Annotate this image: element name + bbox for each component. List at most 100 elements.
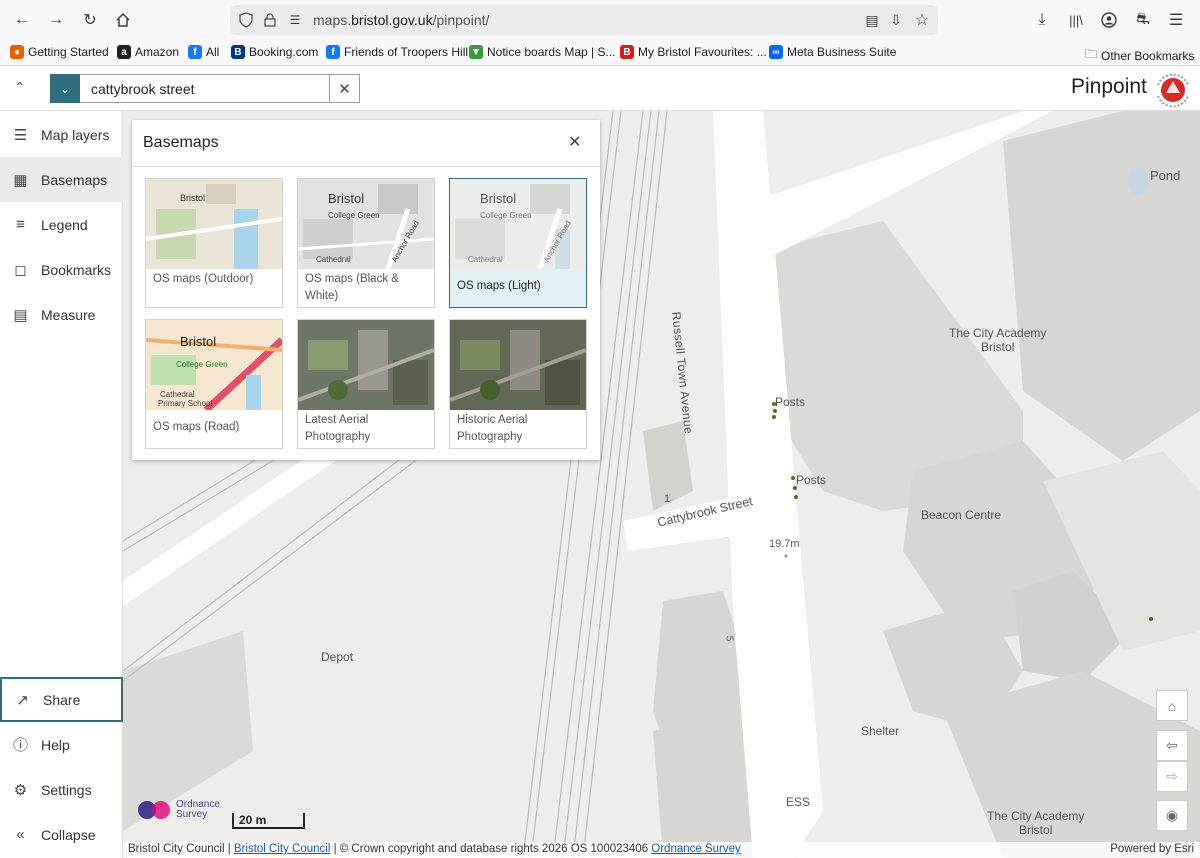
os-logo-text: Ordnance Survey [176,799,220,820]
thumbnail-os-road: Bristol College Green Cathedral Primary … [146,320,282,410]
search-dropdown-button[interactable]: ⌄ [50,74,80,103]
thumbnail-historic-aerial [450,320,586,410]
library-icon[interactable]: |||\ [1066,10,1086,30]
firefox-icon: ● [10,45,24,59]
map-label-beacon-centre: Beacon Centre [921,508,1002,522]
basemap-card-os-black-white[interactable]: Bristol College Green Cathedral Anchor R… [297,178,435,308]
clear-search-button[interactable]: ✕ [329,74,360,103]
basemap-card-os-road[interactable]: Bristol College Green Cathedral Primary … [145,319,283,449]
next-extent-button[interactable]: ⇨ [1156,761,1188,792]
save-to-pocket-icon[interactable]: ⇩ [886,10,906,30]
menu-icon[interactable]: ☰ [1166,10,1186,30]
locate-button[interactable]: ◉ [1156,800,1188,831]
map-pin-icon: ▼ [469,45,483,59]
sidebar-item-basemaps[interactable]: ▦ Basemaps [0,157,123,202]
panel-divider [132,166,600,167]
extensions-icon[interactable]: ⛐ [1133,10,1153,30]
thumbnail-os-light: Bristol College Green Cathedral Anchor R… [450,179,586,269]
bookmark-item[interactable]: a Amazon [117,45,179,59]
os-logo-icon [138,801,170,819]
bookmark-item[interactable]: f All [188,45,219,59]
thumbnail-latest-aerial [298,320,434,410]
downloads-icon[interactable]: ⤓ [1032,10,1052,30]
thumbnail-os-black-white: Bristol College Green Cathedral Anchor R… [298,179,434,269]
reader-view-icon[interactable]: ▤ [862,10,882,30]
other-bookmarks[interactable]: 🗀 Other Bookmarks [1085,45,1194,66]
sidebar-item-bookmarks[interactable]: ◻ Bookmarks [0,247,123,292]
sidebar-item-collapse[interactable]: «Collapse [0,812,123,857]
shield-icon[interactable] [236,10,256,30]
arrow-right-icon: ⇨ [1166,768,1178,784]
arrow-left-icon: ⇦ [1166,737,1178,753]
bookmark-item[interactable]: f Friends of Troopers Hill [326,45,468,59]
booking-icon: B [231,45,245,59]
collapse-icon: « [16,826,25,843]
map-label-posts-2: Posts [796,473,827,487]
help-icon: ⓘ [12,737,28,754]
bookmark-item[interactable]: ∞ Meta Business Suite [769,45,896,59]
bristol-icon: B [620,45,634,59]
search-input[interactable] [80,74,330,103]
permissions-icon[interactable]: ☰ [285,10,305,30]
home-extent-button[interactable]: ⌂ [1156,690,1188,721]
map-label-shelter: Shelter [861,724,900,738]
ordnance-survey-logo: Ordnance Survey [137,799,220,821]
basemap-card-historic-aerial[interactable]: Historic Aerial Photography [449,319,587,449]
map-attribution: Bristol City Council | Bristol City Coun… [123,842,1200,858]
lock-icon[interactable] [260,10,280,30]
ordnance-survey-link[interactable]: Ordnance Survey [651,843,741,855]
home-icon: ⌂ [1167,697,1177,714]
app-title: Pinpoint [1071,75,1147,98]
layers-icon: ☰ [13,126,28,144]
browser-toolbar: ← → ↻ ☰ maps.bristol.gov.uk/pinpoint/ ▤ … [0,0,1200,40]
map-label-number-5: 5 [723,635,735,642]
basemap-card-latest-aerial[interactable]: Latest Aerial Photography [297,319,435,449]
forward-icon[interactable]: → [46,10,66,30]
map-label-depot: Depot [321,650,354,664]
bookmark-item[interactable]: ▼ Notice boards Map | S... [469,45,616,59]
collapse-header-icon[interactable]: ⌃ [14,79,26,96]
map-label-city-academy: The City Academy Bristol [949,326,1047,354]
previous-extent-button[interactable]: ⇦ [1156,730,1188,761]
home-icon[interactable] [113,10,133,30]
location-pin-icon: ◉ [1165,807,1179,823]
basemap-card-os-light[interactable]: Bristol College Green Cathedral Anchor R… [449,178,587,308]
list-icon: ≡ [16,216,25,233]
sidebar: ☰ Map layers ▦ Basemaps ≡ Legend ◻ Bookmarks… [0,111,123,858]
reload-icon[interactable]: ↻ [80,10,100,30]
folder-icon: 🗀 [1085,47,1098,61]
sidebar-item-map-layers[interactable]: ☰ Map layers [0,112,123,157]
amazon-icon: a [117,45,131,59]
sidebar-item-legend[interactable]: ≡ Legend [0,202,123,247]
back-icon[interactable]: ← [12,10,32,30]
map-label-posts: Posts [775,395,806,409]
grid-icon: ▦ [13,171,28,189]
basemap-card-os-outdoor[interactable]: Bristol OS maps (Outdoor) [145,178,283,308]
bristol-city-council-logo [1152,69,1194,109]
bookmark-icon: ◻ [14,261,27,279]
map-label-height: 19.7m [769,538,800,550]
bookmark-item[interactable]: ● Getting Started [10,45,109,59]
app-header: ⌃ ⌄ ✕ Pinpoint [0,66,1200,111]
sidebar-item-help[interactable]: ⓘ Help [0,722,123,767]
panel-title: Basemaps [143,134,219,151]
scale-bar: 20 m [232,813,305,829]
bookmark-item[interactable]: B My Bristol Favourites: ... [620,45,767,59]
star-icon[interactable]: ☆ [912,10,932,30]
bookmarks-bar: ● Getting Started a Amazon f All B Booking.com f… [0,40,1200,66]
close-panel-button[interactable]: ✕ [568,132,581,152]
powered-by-esri: Powered by Esri [1110,843,1194,855]
map-label-ess: ESS [786,795,811,809]
map-label-city-academy-2: The City Academy Bristol [987,809,1085,837]
facebook-icon: f [326,45,340,59]
sidebar-item-measure[interactable]: ▤ Measure [0,292,123,337]
account-icon[interactable] [1099,10,1119,30]
sidebar-item-settings[interactable]: ⚙ Settings [0,767,123,812]
address-bar[interactable]: ☰ maps.bristol.gov.uk/pinpoint/ ▤ ⇩ ☆ [230,5,938,35]
sidebar-item-share[interactable]: ↗ Share [0,677,123,722]
bookmark-item[interactable]: B Booking.com [231,45,318,59]
thumbnail-os-outdoor: Bristol [146,179,282,269]
share-icon: ↗ [16,691,29,709]
url-text[interactable]: maps.bristol.gov.uk/pinpoint/ [313,12,489,28]
bristol-city-council-link[interactable]: Bristol City Council [234,843,331,855]
